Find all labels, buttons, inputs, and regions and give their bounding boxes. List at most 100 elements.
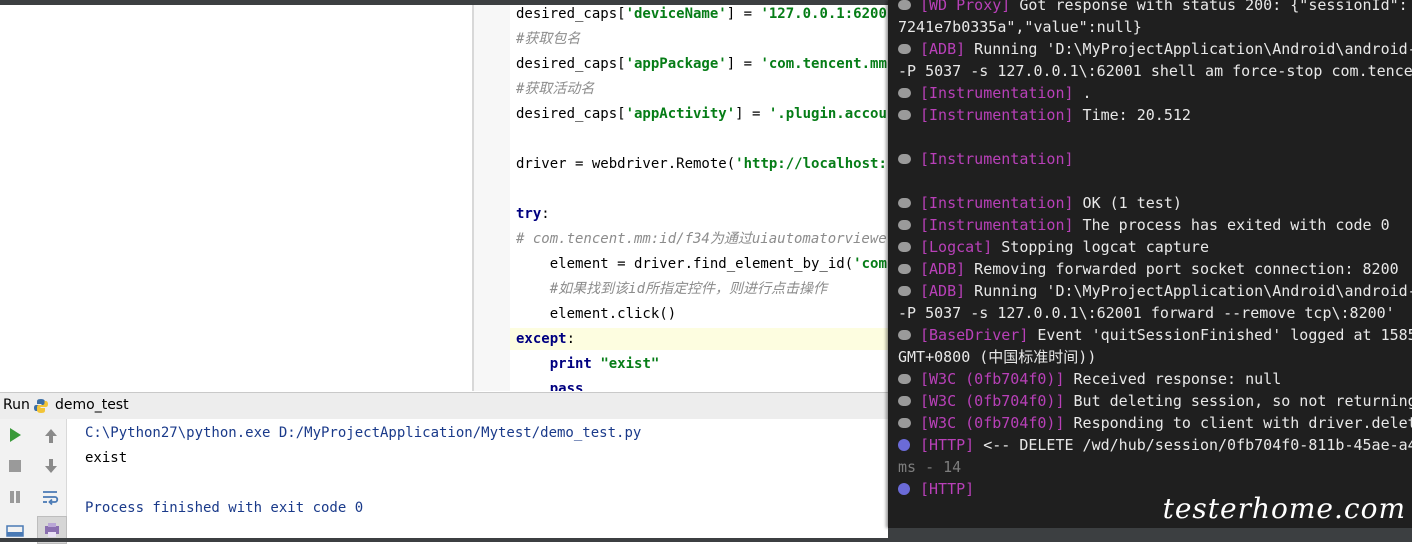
log-text bbox=[888, 128, 898, 146]
log-tag: [W3C (0fb704f0)] bbox=[920, 414, 1065, 432]
code-token: element.click() bbox=[516, 306, 676, 322]
code-line[interactable]: driver = webdriver.Remote('http://localh… bbox=[516, 153, 887, 175]
info-icon bbox=[898, 483, 910, 495]
code-line[interactable]: desired_caps['appActivity'] = '.plugin.a… bbox=[516, 103, 888, 125]
log-text: Time: 20.512 bbox=[1074, 106, 1191, 124]
log-line: [ADB] Running 'D:\MyProjectApplication\A… bbox=[888, 280, 1412, 302]
code-token: element = driver.find_element_by_id( bbox=[516, 256, 853, 272]
code-line[interactable]: pass bbox=[516, 378, 583, 391]
log-text: -P 5037 -s 127.0.0.1\:62001 forward --re… bbox=[888, 304, 1395, 322]
code-line[interactable]: desired_caps['deviceName'] = '127.0.0.1:… bbox=[516, 5, 887, 25]
log-line: [ADB] Running 'D:\MyProjectApplication\A… bbox=[888, 38, 1412, 60]
layout-icon bbox=[6, 524, 24, 538]
stop-icon bbox=[7, 458, 23, 474]
log-line bbox=[888, 126, 898, 148]
message-bubble-icon bbox=[898, 198, 911, 208]
log-line: [BaseDriver] Event 'quitSessionFinished'… bbox=[888, 324, 1412, 346]
code-editor[interactable]: desired_caps['deviceName'] = '127.0.0.1:… bbox=[510, 5, 888, 391]
code-token: '127.0.0.1:6200 bbox=[760, 6, 886, 22]
log-text: Event 'quitSessionFinished' logged at 15… bbox=[1028, 326, 1412, 344]
log-text: . bbox=[1074, 84, 1092, 102]
run-label: Run bbox=[3, 397, 30, 413]
console-line: C:\Python27\python.exe D:/MyProjectAppli… bbox=[85, 421, 641, 445]
code-token: 'appPackage' bbox=[626, 56, 727, 72]
message-bubble-icon bbox=[898, 154, 911, 164]
run-config-name[interactable]: demo_test bbox=[55, 397, 129, 413]
code-token bbox=[516, 381, 550, 391]
log-text: -P 5037 -s 127.0.0.1\:62001 shell am for… bbox=[888, 62, 1412, 80]
log-text: ms - 14 bbox=[888, 458, 961, 476]
log-text: Running 'D:\MyProjectApplication\Android… bbox=[965, 282, 1412, 300]
code-line[interactable]: except: bbox=[510, 328, 888, 350]
soft-wrap-button[interactable] bbox=[39, 485, 63, 509]
watermark: testerhome.com bbox=[1163, 492, 1406, 525]
code-line[interactable]: #获取活动名 bbox=[516, 78, 594, 100]
code-token: "exist" bbox=[600, 356, 659, 372]
message-bubble-icon bbox=[898, 286, 911, 296]
code-token: 'com.t bbox=[853, 256, 888, 272]
log-line bbox=[888, 170, 898, 192]
scroll-down-button[interactable] bbox=[39, 454, 63, 478]
log-tag: [Instrumentation] bbox=[920, 106, 1074, 124]
log-tag: [HTTP] bbox=[920, 436, 974, 454]
code-token: desired_caps[ bbox=[516, 6, 626, 22]
log-text: Running 'D:\MyProjectApplication\Android… bbox=[965, 40, 1412, 58]
log-tag: [BaseDriver] bbox=[920, 326, 1028, 344]
editor-gutter bbox=[474, 5, 510, 391]
appium-server-log[interactable]: testerhome.com [WD Proxy] Got response w… bbox=[888, 0, 1412, 528]
scroll-up-button[interactable] bbox=[39, 424, 63, 448]
log-text: Got response with status 200: {"sessionI… bbox=[1010, 0, 1407, 14]
log-line: -P 5037 -s 127.0.0.1\:62001 shell am for… bbox=[888, 60, 1412, 82]
log-text: GMT+0800 (中国标准时间)) bbox=[888, 348, 1096, 366]
message-bubble-icon bbox=[898, 242, 911, 252]
code-line[interactable]: try: bbox=[516, 203, 550, 225]
code-line[interactable]: element.click() bbox=[516, 303, 676, 325]
console-output[interactable]: C:\Python27\python.exe D:/MyProjectAppli… bbox=[67, 419, 888, 542]
log-line: [ADB] Removing forwarded port socket con… bbox=[888, 258, 1399, 280]
code-line[interactable]: #如果找到该id所指定控件，则进行点击操作 bbox=[516, 278, 827, 300]
log-text bbox=[888, 172, 898, 190]
rerun-button[interactable] bbox=[3, 423, 27, 447]
python-icon bbox=[33, 398, 49, 414]
log-text: 7241e7b0335a","value":null} bbox=[888, 18, 1142, 36]
log-tag: [Logcat] bbox=[920, 238, 992, 256]
arrow-down-icon bbox=[42, 457, 60, 475]
code-token: try bbox=[516, 206, 541, 222]
code-token: 'com.tencent.mm bbox=[760, 56, 886, 72]
pause-icon bbox=[7, 489, 23, 505]
log-text: Received response: null bbox=[1065, 370, 1282, 388]
log-text: OK (1 test) bbox=[1074, 194, 1182, 212]
code-token: ] = bbox=[727, 56, 761, 72]
stop-button[interactable] bbox=[3, 454, 27, 478]
log-text: The process has exited with code 0 bbox=[1074, 216, 1390, 234]
code-token: 'http://localhost: bbox=[735, 156, 887, 172]
message-bubble-icon bbox=[898, 220, 911, 230]
code-token: 'deviceName' bbox=[626, 6, 727, 22]
log-line: [W3C (0fb704f0)] But deleting session, s… bbox=[888, 390, 1412, 412]
log-line: 7241e7b0335a","value":null} bbox=[888, 16, 1142, 38]
code-token: 'appActivity' bbox=[626, 106, 736, 122]
ide-bottom-bar bbox=[0, 538, 888, 542]
log-text: But deleting session, so not returning bbox=[1065, 392, 1412, 410]
pause-button[interactable] bbox=[3, 485, 27, 509]
code-line[interactable]: # com.tencent.mm:id/f34为通过uiautomatorvie… bbox=[516, 228, 888, 250]
log-line: [Logcat] Stopping logcat capture bbox=[888, 236, 1209, 258]
code-line[interactable]: print "exist" bbox=[516, 353, 659, 375]
console-line: exist bbox=[85, 446, 127, 470]
log-line: [Instrumentation] . bbox=[888, 82, 1092, 104]
log-line: [Instrumentation] bbox=[888, 148, 1074, 170]
code-line[interactable]: element = driver.find_element_by_id('com… bbox=[516, 253, 888, 275]
code-token bbox=[516, 356, 550, 372]
print-icon bbox=[43, 522, 61, 538]
log-text: Stopping logcat capture bbox=[992, 238, 1209, 256]
log-line: [HTTP] bbox=[888, 478, 974, 500]
code-line[interactable]: desired_caps['appPackage'] = 'com.tencen… bbox=[516, 53, 887, 75]
message-bubble-icon bbox=[898, 418, 911, 428]
code-token: pass bbox=[550, 381, 584, 391]
wrap-icon bbox=[41, 488, 61, 506]
log-line: [WD Proxy] Got response with status 200:… bbox=[888, 0, 1408, 16]
code-line[interactable]: #获取包名 bbox=[516, 28, 580, 50]
code-token: driver = webdriver.Remote( bbox=[516, 156, 735, 172]
code-token: # com.tencent.mm:id/f34为通过uiautomatorvie… bbox=[516, 231, 888, 247]
code-token: ] = bbox=[727, 6, 761, 22]
